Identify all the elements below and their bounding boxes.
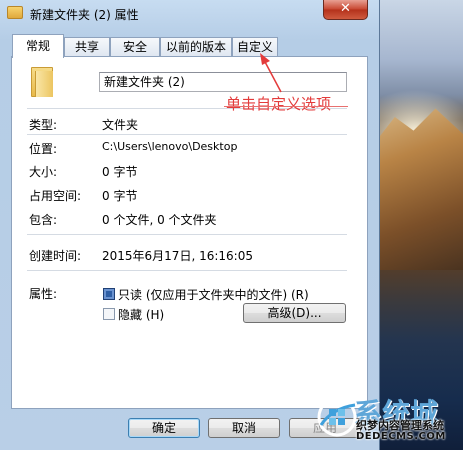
watermark-logo-icon <box>317 397 357 437</box>
folder-name-input[interactable]: 新建文件夹 (2) <box>99 72 347 92</box>
contains-value: 0 个文件, 0 个文件夹 <box>102 213 217 227</box>
cancel-button[interactable]: 取消 <box>208 418 280 438</box>
annotation-arrow-icon <box>260 53 282 93</box>
window-title: 新建文件夹 (2) 属性 <box>30 8 139 22</box>
contains-label: 包含: <box>29 213 58 227</box>
readonly-checkbox[interactable] <box>103 288 115 300</box>
tab-general[interactable]: 常规 <box>12 34 64 58</box>
title-bar[interactable]: 新建文件夹 (2) 属性 ✕ <box>0 0 380 28</box>
type-label: 类型: <box>29 118 58 132</box>
type-value: 文件夹 <box>102 118 139 132</box>
folder-icon <box>7 6 23 19</box>
hidden-label[interactable]: 隐藏 (H) <box>118 306 164 323</box>
advanced-button[interactable]: 高级(D)... <box>243 303 346 323</box>
readonly-label[interactable]: 只读 (仅应用于文件夹中的文件) (R) <box>118 286 309 303</box>
divider <box>27 270 347 271</box>
tab-security[interactable]: 安全 <box>110 37 160 56</box>
hidden-checkbox[interactable] <box>103 308 115 320</box>
tab-previous-versions[interactable]: 以前的版本 <box>160 37 232 56</box>
divider <box>27 234 347 235</box>
created-value: 2015年6月17日, 16:16:05 <box>102 249 253 263</box>
size-on-disk-value: 0 字节 <box>102 189 138 203</box>
close-button[interactable]: ✕ <box>323 0 368 20</box>
location-label: 位置: <box>29 142 58 156</box>
location-value: C:\Users\lenovo\Desktop <box>102 140 238 153</box>
watermark-url: DEDECMS.COM <box>356 431 446 442</box>
annotation-text: 单击自定义选项 <box>226 95 332 113</box>
folder-large-icon <box>31 67 53 97</box>
attributes-label: 属性: <box>29 287 58 301</box>
size-label: 大小: <box>29 165 58 179</box>
ok-button[interactable]: 确定 <box>128 418 200 438</box>
size-on-disk-label: 占用空间: <box>29 189 82 203</box>
size-value: 0 字节 <box>102 165 138 179</box>
annotation-underline <box>224 106 348 107</box>
created-label: 创建时间: <box>29 249 82 263</box>
properties-dialog: 新建文件夹 (2) 属性 ✕ 常规 共享 安全 以前的版本 自定义 新建文件夹 … <box>0 0 380 450</box>
divider <box>27 134 347 135</box>
tab-sharing[interactable]: 共享 <box>64 37 110 56</box>
